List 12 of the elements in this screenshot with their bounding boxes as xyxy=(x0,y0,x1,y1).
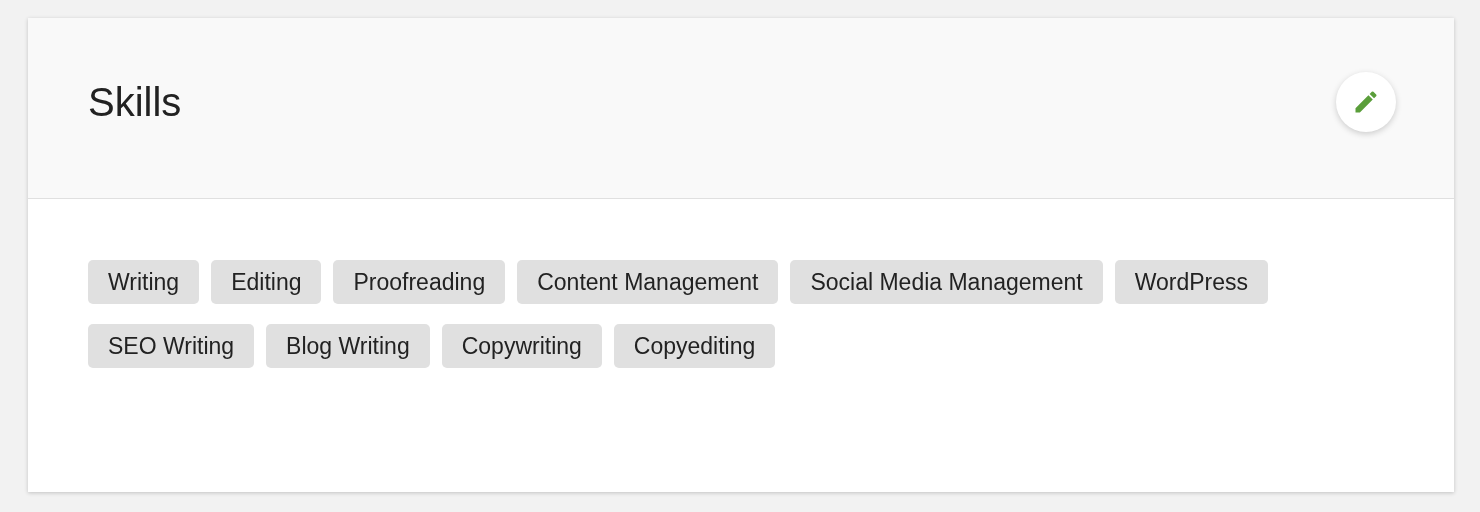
edit-button[interactable] xyxy=(1336,72,1396,132)
skill-tag: Social Media Management xyxy=(790,260,1103,304)
skill-tag: Proofreading xyxy=(333,260,506,304)
skill-tag: WordPress xyxy=(1114,260,1269,304)
skill-tag: Editing xyxy=(211,260,322,304)
skill-tag: Copyediting xyxy=(613,324,776,368)
skill-tag: Content Management xyxy=(517,260,779,304)
card-title: Skills xyxy=(88,79,182,125)
skill-tag: SEO Writing xyxy=(88,324,255,368)
skill-tag: Blog Writing xyxy=(266,324,430,368)
skill-tag: Copywriting xyxy=(441,324,602,368)
skill-tag: Writing xyxy=(88,260,200,304)
